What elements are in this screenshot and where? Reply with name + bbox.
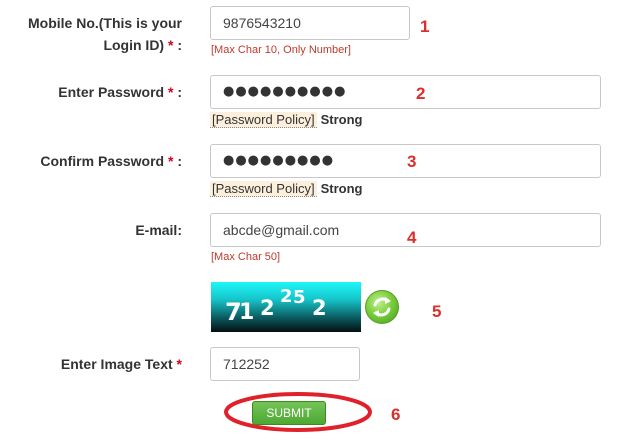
email-label-text: E-mail: [135,222,182,238]
step-number-5: 5 [432,302,442,321]
email-input[interactable]: abcde@gmail.com [210,213,601,247]
password-label-text: Enter Password [58,84,165,100]
password-policy-link[interactable]: [Password Policy] [210,181,317,197]
captcha-char: 2 [260,296,275,320]
captcha-char: 5 [293,287,306,308]
captcha-char: 1 [239,300,255,325]
password-strength: Strong [320,112,363,127]
mobile-label-line2: Login ID) [103,37,165,53]
step-number-3: 3 [407,152,417,171]
image-text-label-text: Enter Image Text [60,356,173,372]
step-number-2: 2 [416,84,426,103]
step-number-4: 4 [407,228,417,247]
email-hint: [Max Char 50] [211,251,281,263]
required-marker: * [167,153,174,169]
refresh-arrows-icon [373,297,391,317]
captcha-image: 7 1 2 2 5 2 [211,282,361,332]
image-text-input[interactable]: 712252 [210,347,360,381]
password-input[interactable]: ●●●●●●●●●● [210,75,601,109]
step-number-1: 1 [420,17,430,36]
required-marker: * [167,84,174,100]
captcha-char: 2 [312,296,327,320]
submit-button[interactable]: SUBMIT [252,401,326,425]
captcha-char: 2 [280,286,293,307]
label-separator: : [177,153,182,169]
step-number-6: 6 [391,405,401,424]
password-policy-link[interactable]: [Password Policy] [210,112,317,128]
mobile-hint: [Max Char 10, Only Number] [211,44,351,56]
confirm-password-label-text: Confirm Password [40,153,165,169]
required-marker: * [176,356,182,372]
label-separator: : [177,37,182,53]
required-marker: * [167,37,174,53]
password-label: Enter Password * : [0,81,182,103]
confirm-password-label: Confirm Password * : [0,150,182,172]
registration-form: Mobile No.(This is your Login ID) * : 98… [0,0,641,446]
email-label: E-mail: [0,219,182,241]
mobile-input[interactable]: 9876543210 [210,6,410,40]
image-text-label: Enter Image Text * [0,353,182,375]
confirm-password-strength: Strong [320,181,363,196]
mobile-label-line1: Mobile No.(This is your [27,15,182,31]
label-separator: : [177,84,182,100]
confirm-password-input[interactable]: ●●●●●●●●● [210,144,601,178]
confirm-password-policy-row: [Password Policy] Strong [210,181,362,197]
mobile-label: Mobile No.(This is your Login ID) * : [0,12,182,56]
password-policy-row: [Password Policy] Strong [210,112,362,128]
refresh-icon[interactable] [365,290,399,324]
